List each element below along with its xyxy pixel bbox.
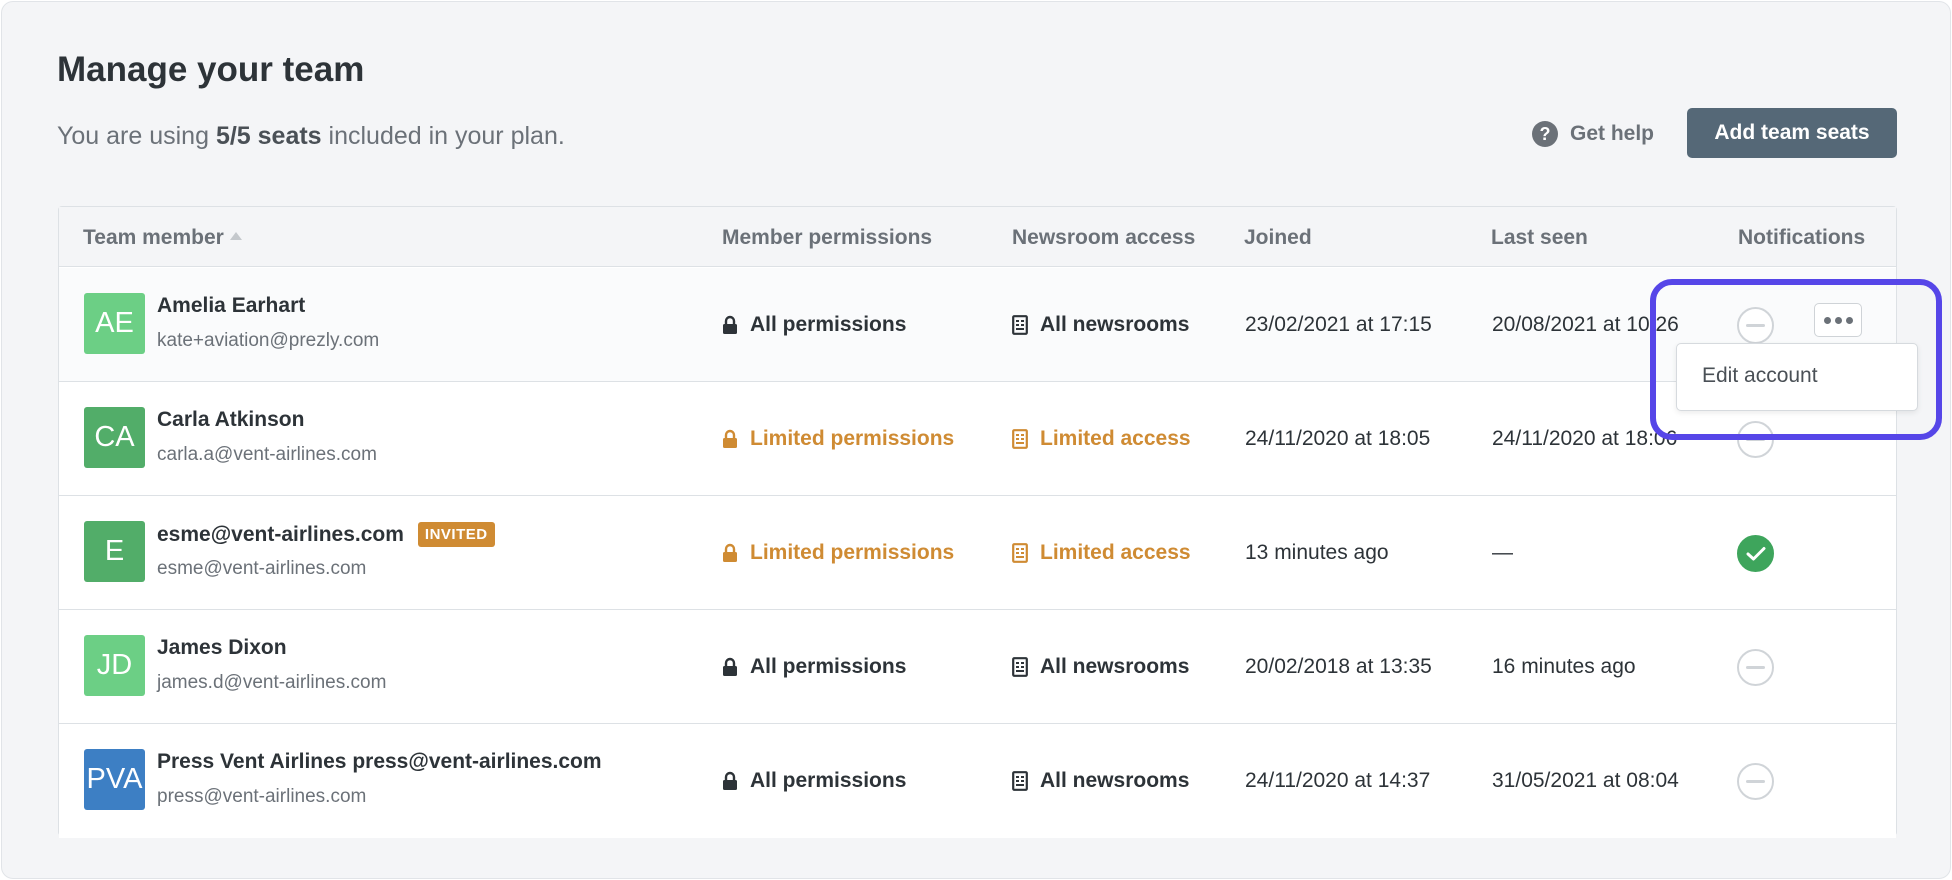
column-header-last-seen: Last seen (1491, 226, 1588, 249)
newsroom-access[interactable]: Limited access (1012, 427, 1191, 451)
lock-icon (722, 315, 738, 335)
newsroom-icon (1012, 315, 1028, 335)
column-header-member-permissions: Member permissions (722, 226, 933, 249)
member-name[interactable]: Press Vent Airlines press@vent-airlines.… (157, 750, 602, 774)
table-header: Team member Member permissions Newsroom … (59, 207, 1896, 267)
member-permissions[interactable]: Limited permissions (722, 541, 954, 565)
seat-count: 5/5 seats (215, 122, 322, 150)
member-email: james.d@vent-airlines.com (157, 672, 387, 693)
newsroom-access[interactable]: All newsrooms (1012, 313, 1189, 337)
newsroom-icon (1012, 657, 1028, 677)
member-permissions[interactable]: All permissions (722, 313, 906, 337)
member-name[interactable]: esme@vent-airlines.com INVITED (157, 522, 495, 547)
notifications-toggle[interactable] (1737, 307, 1774, 344)
member-email: kate+aviation@prezly.com (157, 330, 380, 351)
lock-icon (722, 771, 738, 791)
get-help-link[interactable]: ? Get help (1532, 119, 1654, 149)
sort-ascending-icon (229, 232, 242, 240)
table-row[interactable]: CA Carla Atkinson carla.a@vent-airlines.co… (59, 382, 1896, 496)
last-seen: 24/11/2020 at 18:06 (1492, 427, 1678, 450)
table-row[interactable]: PVA Press Vent Airlines press@vent-airlin… (59, 724, 1896, 838)
table-row[interactable]: JD James Dixon james.d@vent-airlines.com Al… (59, 610, 1896, 724)
add-team-seats-button[interactable]: Add team seats (1687, 108, 1897, 158)
help-icon: ? (1532, 121, 1558, 147)
member-email: carla.a@vent-airlines.com (157, 444, 377, 465)
get-help-label: Get help (1570, 122, 1655, 145)
page-title: Manage your team (57, 50, 365, 89)
column-header-notifications: Notifications (1738, 226, 1866, 249)
member-name[interactable]: James Dixon (157, 636, 287, 660)
newsroom-icon (1012, 543, 1028, 563)
minus-icon (1746, 780, 1765, 783)
menu-item-edit-account[interactable]: Edit account (1702, 364, 1818, 388)
notifications-toggle[interactable] (1737, 763, 1774, 800)
seat-usage-text: You are using 5/5 seats included in your… (57, 122, 565, 150)
team-management-panel: Manage your team You are using 5/5 seats… (1, 1, 1951, 879)
newsroom-access[interactable]: Limited access (1012, 541, 1191, 565)
newsroom-icon (1012, 429, 1028, 449)
last-seen: 31/05/2021 at 08:04 (1492, 769, 1679, 792)
member-name[interactable]: Carla Atkinson (157, 408, 304, 432)
column-header-team-member[interactable]: Team member (83, 226, 242, 250)
newsroom-access[interactable]: All newsrooms (1012, 769, 1189, 793)
last-seen: 16 minutes ago (1492, 655, 1636, 678)
avatar: JD (84, 635, 145, 696)
notifications-toggle[interactable] (1737, 535, 1774, 572)
avatar: AE (84, 293, 145, 354)
joined-date: 13 minutes ago (1245, 541, 1389, 564)
member-permissions[interactable]: All permissions (722, 769, 906, 793)
joined-date: 24/11/2020 at 14:37 (1245, 769, 1431, 792)
notifications-toggle[interactable] (1737, 421, 1774, 458)
avatar: PVA (84, 749, 145, 810)
minus-icon (1746, 324, 1765, 327)
newsroom-access[interactable]: All newsrooms (1012, 655, 1189, 679)
table-row[interactable]: AE Amelia Earhart kate+aviation@prezly.com… (59, 268, 1896, 382)
member-email: press@vent-airlines.com (157, 786, 367, 807)
last-seen: — (1492, 541, 1513, 564)
column-header-joined: Joined (1244, 226, 1312, 249)
avatar: CA (84, 407, 145, 468)
more-dots-icon (1823, 316, 1831, 324)
team-table: Team member Member permissions Newsroom … (58, 206, 1897, 838)
lock-icon (722, 543, 738, 563)
newsroom-icon (1012, 771, 1028, 791)
row-actions-menu: Edit account (1676, 343, 1918, 411)
lock-icon (722, 657, 738, 677)
invited-badge: INVITED (417, 522, 495, 547)
minus-icon (1746, 666, 1765, 669)
member-permissions[interactable]: Limited permissions (722, 427, 954, 451)
last-seen: 20/08/2021 at 10:26 (1492, 313, 1679, 336)
avatar: E (84, 521, 145, 582)
joined-date: 23/02/2021 at 17:15 (1245, 313, 1432, 336)
row-actions-button[interactable] (1814, 303, 1862, 337)
checkmark-icon (1746, 546, 1765, 560)
member-email: esme@vent-airlines.com (157, 558, 367, 579)
column-header-newsroom-access: Newsroom access (1012, 226, 1196, 249)
table-row[interactable]: Eesme@vent-airlines.com INVITED esme@vent-… (59, 496, 1896, 610)
member-name[interactable]: Amelia Earhart (157, 294, 305, 318)
notifications-toggle[interactable] (1737, 649, 1774, 686)
lock-icon (722, 429, 738, 449)
joined-date: 24/11/2020 at 18:05 (1245, 427, 1431, 450)
minus-icon (1746, 438, 1765, 441)
joined-date: 20/02/2018 at 13:35 (1245, 655, 1432, 678)
member-permissions[interactable]: All permissions (722, 655, 906, 679)
